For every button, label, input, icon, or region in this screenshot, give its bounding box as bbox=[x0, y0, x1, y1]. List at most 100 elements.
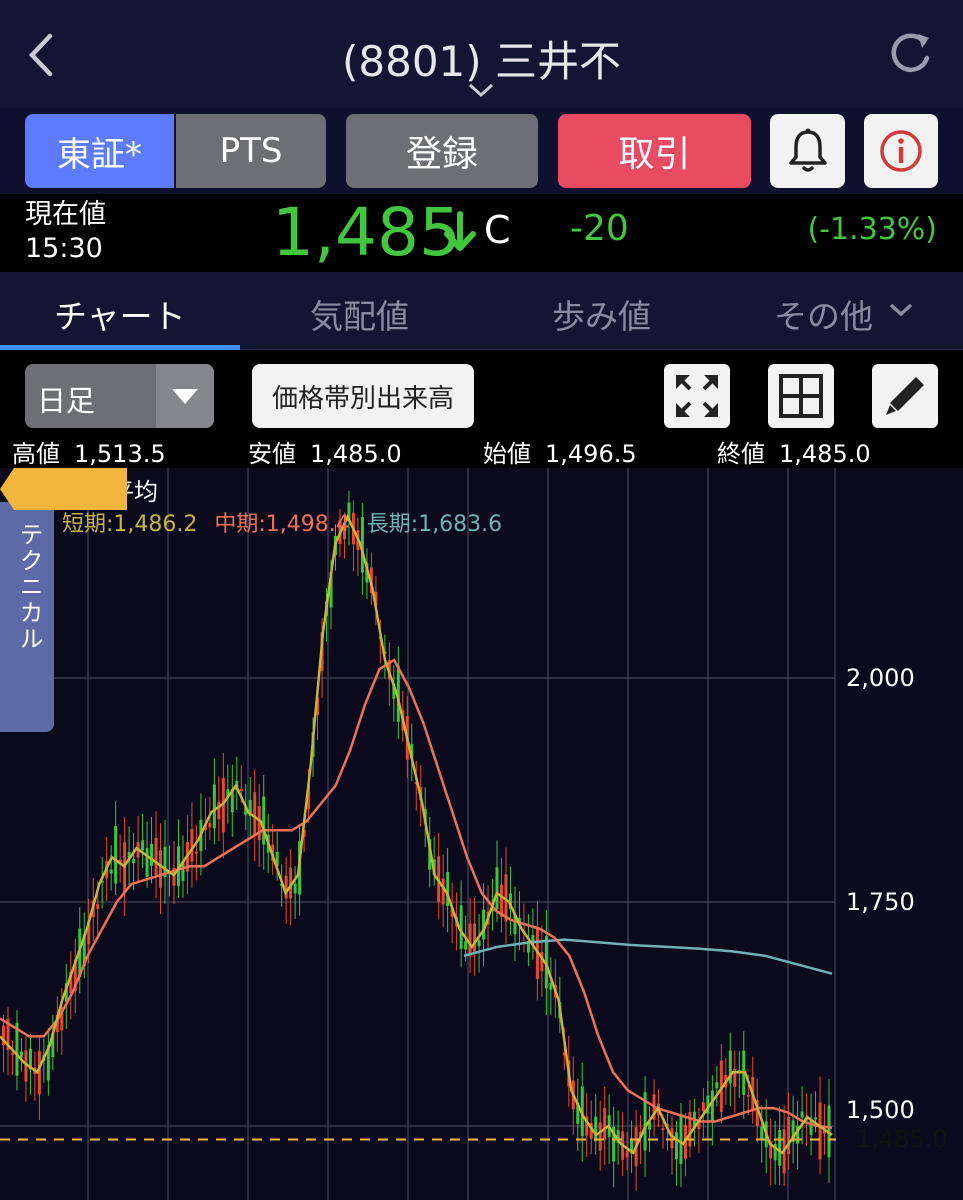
candle-body bbox=[212, 784, 216, 829]
tab-trades[interactable]: 歩み値 bbox=[552, 290, 651, 338]
open-value: 始値 1,496.5 bbox=[483, 440, 637, 468]
market-tse-button[interactable]: 東証* bbox=[25, 114, 174, 188]
price-change-percent: (-1.33%) bbox=[807, 212, 937, 247]
candle-body bbox=[96, 903, 100, 910]
candle-body bbox=[715, 1082, 719, 1089]
candle-body bbox=[679, 1113, 683, 1164]
candle-body bbox=[114, 825, 118, 884]
period-value: 日足 bbox=[37, 384, 96, 418]
tab-chart[interactable]: チャート bbox=[54, 290, 186, 338]
pencil-icon bbox=[886, 377, 924, 415]
mid-ma-line bbox=[0, 658, 833, 1130]
trade-button[interactable]: 取引 bbox=[558, 114, 751, 188]
candle-body bbox=[674, 1132, 678, 1160]
y-tick-label: 1,750 bbox=[846, 888, 915, 916]
action-bar: 東証* PTS 登録 取引 bbox=[0, 108, 963, 194]
close-flag: C bbox=[484, 208, 511, 252]
market-pts-button[interactable]: PTS bbox=[176, 114, 326, 188]
candle-body bbox=[464, 941, 468, 950]
current-price: 1,485 bbox=[272, 194, 461, 271]
candle-body bbox=[800, 1111, 804, 1118]
candle-body bbox=[746, 1094, 750, 1097]
candle-body bbox=[159, 850, 163, 888]
candle-body bbox=[477, 940, 481, 947]
chart-canvas[interactable] bbox=[0, 468, 963, 1200]
info-icon bbox=[880, 130, 922, 172]
candle-body bbox=[760, 1126, 764, 1141]
candle-body bbox=[468, 923, 472, 957]
header-bar: (8801) 三井不 bbox=[0, 0, 963, 108]
candle-body bbox=[217, 801, 221, 820]
short-ma-label: 短期:1,486.2 bbox=[62, 512, 198, 537]
current-price-tag bbox=[0, 468, 127, 510]
caret-down-icon bbox=[172, 389, 198, 404]
technical-panel-tab[interactable]: テクニカル bbox=[0, 502, 54, 732]
candle-body bbox=[818, 1102, 822, 1160]
candle-body bbox=[132, 859, 136, 864]
grid-icon bbox=[779, 374, 823, 418]
candle-body bbox=[145, 848, 149, 877]
alert-button[interactable] bbox=[770, 114, 845, 188]
moving-average-legend: 短期:1,486.2 中期:1,498.4 長期:1,683.6 bbox=[62, 506, 502, 538]
low-value: 安値 1,485.0 bbox=[248, 440, 402, 468]
candle-body bbox=[661, 1128, 665, 1131]
candle-body bbox=[208, 822, 212, 828]
close-value: 終値 1,485.0 bbox=[717, 440, 871, 468]
mid-ma-label: 中期:1,498.4 bbox=[214, 512, 350, 537]
candle-body bbox=[194, 851, 198, 854]
register-button[interactable]: 登録 bbox=[346, 114, 538, 188]
candle-body bbox=[598, 1122, 602, 1151]
chevron-down-icon[interactable] bbox=[888, 300, 914, 320]
high-value: 高値 1,513.5 bbox=[12, 440, 166, 468]
candle-body bbox=[625, 1150, 629, 1158]
candle-body bbox=[473, 923, 477, 954]
current-price-label: 現在値 bbox=[25, 199, 106, 230]
candle-body bbox=[154, 837, 158, 876]
down-arrow-icon bbox=[444, 211, 476, 251]
candle-body bbox=[190, 829, 194, 862]
candle-body bbox=[787, 1116, 791, 1155]
current-price-tag-label: 1,485.0 bbox=[856, 1125, 948, 1153]
chart-toolbar: 日足 価格帯別出来高 高値 1,513.5 安値 1,485.0 始値 1,496.5 bbox=[0, 350, 963, 468]
candle-body bbox=[594, 1116, 598, 1142]
candle-body bbox=[150, 843, 154, 866]
candle-body bbox=[500, 884, 503, 917]
candle-body bbox=[495, 867, 499, 910]
candle-body bbox=[239, 788, 243, 791]
price-change: -20 bbox=[570, 208, 629, 249]
candle-body bbox=[109, 869, 113, 874]
candle-body bbox=[778, 1130, 782, 1166]
info-button[interactable] bbox=[864, 114, 938, 188]
candle-body bbox=[441, 878, 445, 905]
candle-body bbox=[603, 1108, 607, 1141]
y-tick-label: 2,000 bbox=[846, 664, 915, 692]
tab-other[interactable]: その他 bbox=[774, 290, 873, 338]
period-select[interactable]: 日足 bbox=[25, 364, 214, 428]
candle-body bbox=[141, 840, 145, 851]
quote-row: 現在値 15:30 1,485 C -20 (-1.33%) bbox=[0, 194, 963, 272]
technical-label: テクニカル bbox=[15, 522, 43, 652]
tab-bar: チャート 気配値 歩み値 その他 bbox=[0, 272, 963, 350]
candle-body bbox=[293, 883, 297, 894]
y-tick-label: 1,500 bbox=[846, 1096, 915, 1124]
bell-icon bbox=[788, 128, 827, 172]
volume-profile-button[interactable]: 価格帯別出来高 bbox=[252, 364, 474, 428]
candle-body bbox=[701, 1102, 705, 1112]
quote-time: 15:30 bbox=[25, 233, 103, 264]
long-ma-label: 長期:1,683.6 bbox=[366, 512, 503, 537]
candle-body bbox=[10, 1052, 14, 1055]
candle-body bbox=[253, 792, 257, 836]
layout-button[interactable] bbox=[768, 364, 834, 428]
tab-quotes[interactable]: 気配値 bbox=[310, 290, 409, 338]
fullscreen-button[interactable] bbox=[664, 364, 730, 428]
long-ma-line bbox=[463, 938, 833, 975]
chevron-down-icon[interactable] bbox=[466, 80, 496, 100]
candle-body bbox=[262, 796, 266, 845]
candle-body bbox=[710, 1090, 714, 1122]
price-chart[interactable]: 移動平均 短期:1,486.2 中期:1,498.4 長期:1,683.6 テク… bbox=[0, 468, 963, 1200]
candle-body bbox=[814, 1117, 818, 1120]
draw-button[interactable] bbox=[872, 364, 938, 428]
refresh-icon[interactable] bbox=[884, 28, 936, 80]
dropdown-arrow[interactable] bbox=[156, 364, 214, 428]
expand-icon bbox=[676, 375, 718, 417]
